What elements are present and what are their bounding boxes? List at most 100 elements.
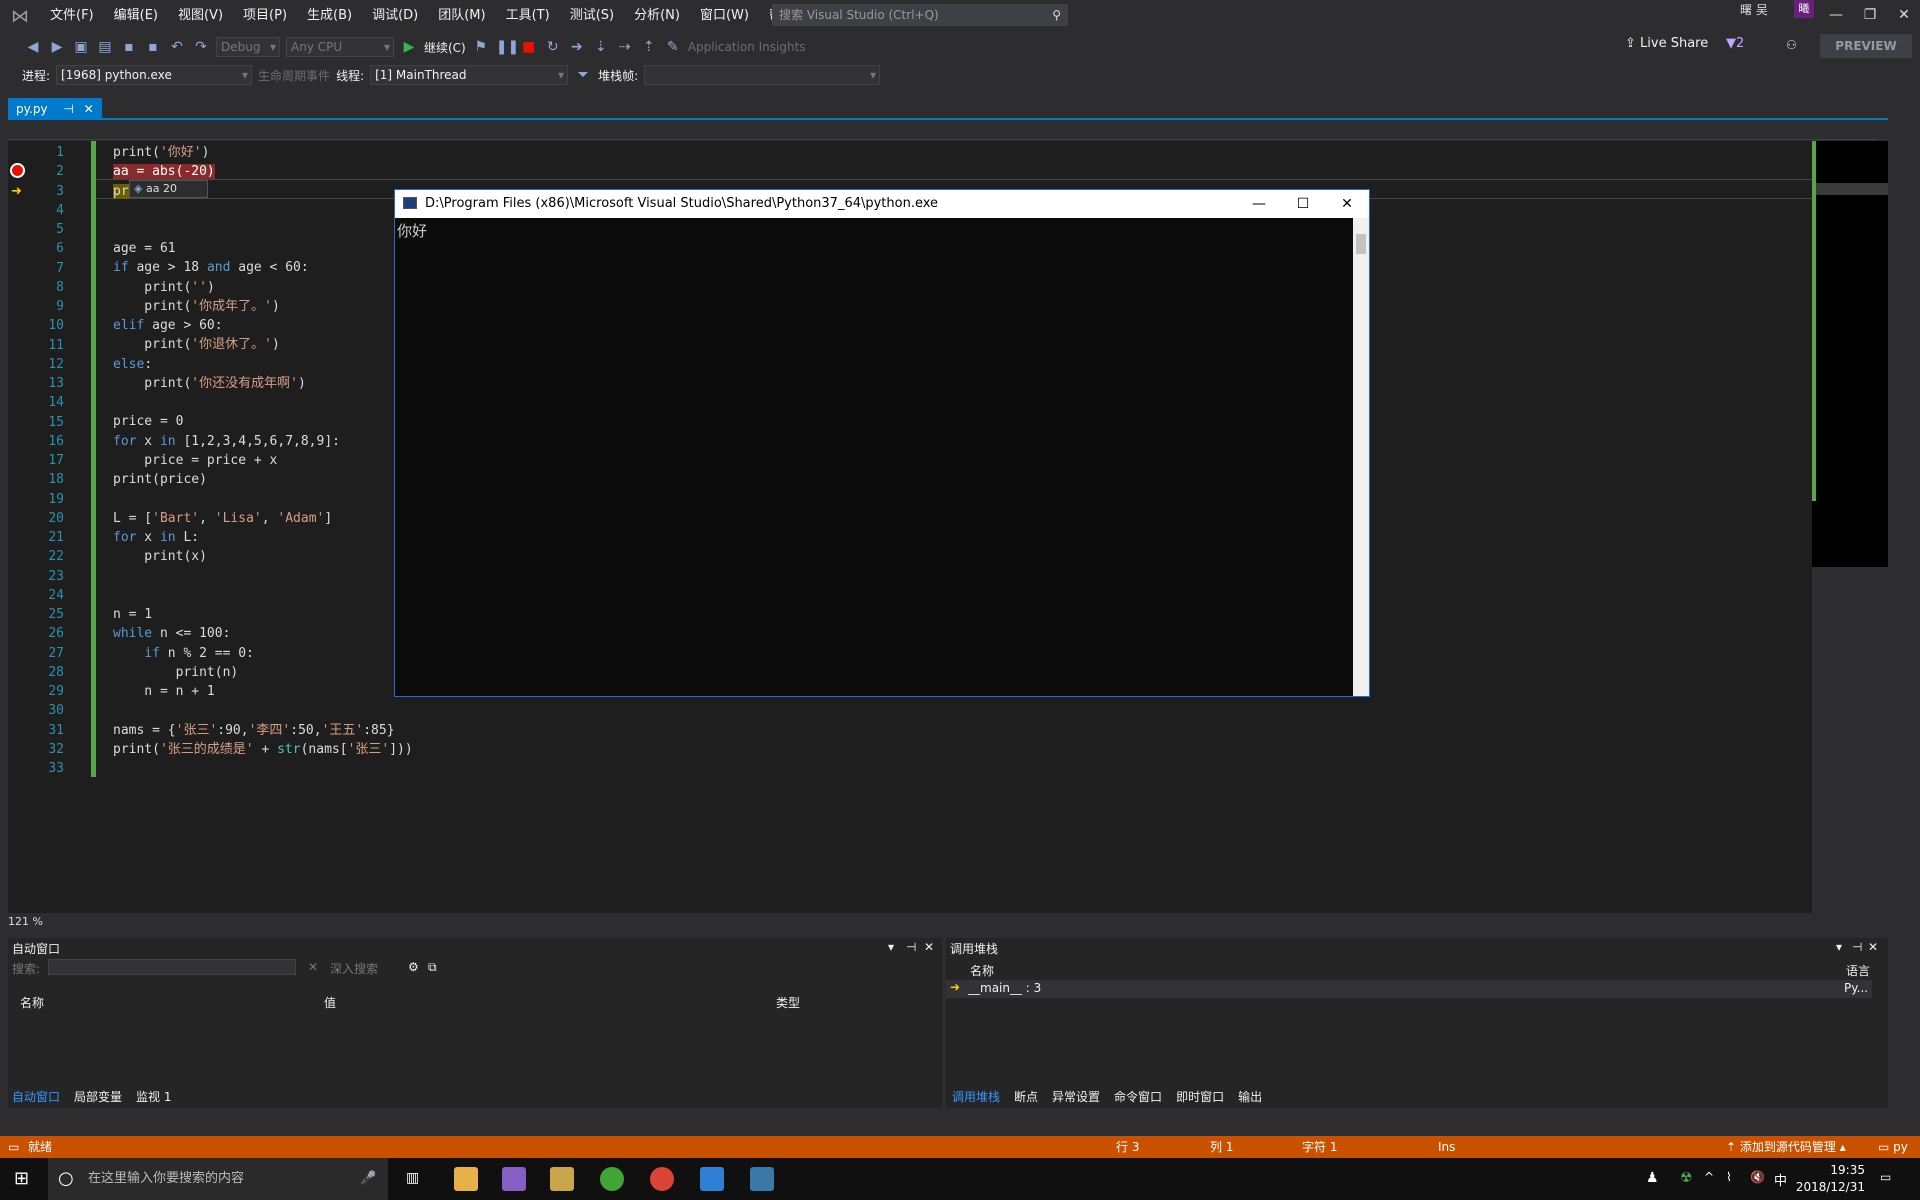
search-icon[interactable]: ⚲	[1052, 5, 1061, 25]
visual-studio-icon[interactable]	[502, 1167, 526, 1191]
task-view-icon[interactable]: ▥	[406, 1170, 419, 1186]
console-maximize-icon[interactable]: ☐	[1281, 190, 1325, 218]
redo-icon[interactable]: ↷	[192, 39, 210, 55]
console-minimize-icon[interactable]: —	[1237, 190, 1281, 218]
call-stack-tab-5[interactable]: 输出	[1238, 1088, 1262, 1105]
deep-search-button[interactable]: 深入搜索	[330, 960, 378, 977]
search-input[interactable]: 搜索 Visual Studio (Ctrl+Q) ⚲	[772, 4, 1068, 26]
process-select[interactable]: [1968] python.exe	[56, 65, 253, 85]
breakpoint-icon[interactable]	[10, 163, 25, 178]
menu-item-9[interactable]: 分析(N)	[624, 0, 690, 32]
menu-item-6[interactable]: 团队(M)	[428, 0, 495, 32]
panel-pin-icon[interactable]: ⊣	[906, 940, 916, 954]
app-icon[interactable]	[550, 1167, 574, 1191]
settings-icon[interactable]: ⚙	[408, 960, 419, 974]
restore-icon[interactable]: ❐	[1852, 4, 1888, 26]
datatip[interactable]: ◈ aa 20	[129, 180, 208, 198]
view-icon[interactable]: ⧉	[428, 960, 437, 975]
autos-col-name[interactable]: 名称	[20, 994, 44, 1011]
call-stack-col-language[interactable]: 语言	[1846, 962, 1870, 979]
platform-select[interactable]: Any CPU	[286, 37, 394, 57]
menu-item-5[interactable]: 调试(D)	[362, 0, 428, 32]
call-stack-tab-4[interactable]: 即时窗口	[1176, 1088, 1224, 1105]
thread-select[interactable]: [1] MainThread	[370, 65, 569, 85]
clear-search-icon[interactable]: ✕	[308, 960, 318, 974]
show-hidden-icons[interactable]: ^	[1704, 1170, 1714, 1184]
menu-item-10[interactable]: 窗口(W)	[690, 0, 759, 32]
system-clock[interactable]: 19:35 2018/12/31	[1785, 1162, 1865, 1196]
add-to-source-control-button[interactable]: ⇡ 添加到源代码管理 ▴	[1726, 1136, 1846, 1158]
volume-icon[interactable]: 🔇	[1750, 1170, 1765, 1184]
call-stack-tab-2[interactable]: 异常设置	[1052, 1088, 1100, 1105]
user-name[interactable]: 曙 吴	[1740, 0, 1768, 20]
console-title-bar[interactable]: D:\Program Files (x86)\Microsoft Visual …	[395, 190, 1369, 218]
tab-close-icon[interactable]: ✕	[84, 102, 94, 116]
minimize-icon[interactable]: —	[1818, 4, 1854, 26]
tab-py-py[interactable]: py.py ⊣ ✕	[8, 98, 102, 120]
autos-tab-0[interactable]: 自动窗口	[12, 1088, 60, 1105]
autos-col-value[interactable]: 值	[324, 994, 336, 1011]
menu-item-2[interactable]: 视图(V)	[168, 0, 233, 32]
panel-close-icon[interactable]: ✕	[924, 940, 934, 954]
call-stack-col-name[interactable]: 名称	[970, 962, 994, 979]
python-console-window[interactable]: D:\Program Files (x86)\Microsoft Visual …	[394, 189, 1370, 697]
show-next-statement-icon[interactable]: ➔	[568, 39, 586, 55]
stop-icon[interactable]: ■	[520, 39, 538, 55]
table-row[interactable]: ➜ __main__ : 3 Py...	[946, 980, 1872, 998]
status-col[interactable]: 列 1	[1210, 1136, 1233, 1158]
chrome-icon[interactable]	[650, 1167, 674, 1191]
microphone-icon[interactable]: 🎤	[360, 1158, 376, 1200]
step-over-icon[interactable]: ⇢	[616, 39, 634, 55]
step-out-icon[interactable]: ⇡	[640, 39, 658, 55]
menu-item-7[interactable]: 工具(T)	[496, 0, 560, 32]
close-icon[interactable]: ✕	[1886, 4, 1920, 26]
pause-icon[interactable]: ❚❚	[496, 39, 519, 55]
menu-item-4[interactable]: 生成(B)	[297, 0, 362, 32]
minimap[interactable]	[1812, 141, 1888, 567]
call-stack-tab-3[interactable]: 命令窗口	[1114, 1088, 1162, 1105]
call-stack-tab-0[interactable]: 调用堆栈	[952, 1088, 1000, 1105]
new-project-icon[interactable]: ▣	[72, 39, 90, 55]
preview-button[interactable]: PREVIEW	[1820, 34, 1912, 58]
panel-menu-icon[interactable]: ▾	[888, 940, 894, 954]
menu-item-1[interactable]: 编辑(E)	[104, 0, 168, 32]
windows-start-icon[interactable]: ⊞	[14, 1168, 29, 1189]
autos-search-input[interactable]	[48, 959, 296, 975]
security-tray-icon[interactable]: ☢	[1680, 1170, 1693, 1186]
taskbar-search-input[interactable]: ○ 在这里输入你要搜索的内容 🎤	[48, 1158, 388, 1200]
configuration-select[interactable]: Debug	[216, 37, 280, 57]
pin-icon[interactable]: ⊣	[63, 102, 73, 116]
navigation-bar[interactable]	[8, 122, 1878, 140]
step-into-icon[interactable]: ⇣	[592, 39, 610, 55]
status-ins[interactable]: Ins	[1438, 1136, 1455, 1158]
open-icon[interactable]: ▤	[96, 39, 114, 55]
menu-item-3[interactable]: 项目(P)	[233, 0, 297, 32]
panel-menu-icon[interactable]: ▾	[1836, 940, 1842, 954]
people-icon[interactable]: ♟	[1646, 1170, 1659, 1186]
zoom-level-select[interactable]: 121 %	[8, 914, 68, 930]
save-icon[interactable]: ▪	[120, 39, 138, 55]
panel-pin-icon[interactable]: ⊣	[1852, 940, 1862, 954]
forward-icon[interactable]: ▶	[48, 39, 66, 55]
notification-icon[interactable]: ▭	[1880, 1170, 1891, 1184]
autos-tab-2[interactable]: 监视 1	[136, 1088, 171, 1105]
project-indicator[interactable]: ▭ py	[1878, 1136, 1908, 1158]
continue-icon[interactable]: ▶	[400, 39, 418, 55]
hot-reload-icon[interactable]: ⚑	[472, 39, 490, 55]
status-char[interactable]: 字符 1	[1302, 1136, 1337, 1158]
application-insights-button[interactable]: Application Insights	[688, 40, 806, 54]
instruction-pointer-icon[interactable]: ➜	[11, 184, 22, 199]
account-icon[interactable]: ⚇	[1786, 38, 1797, 52]
live-share-button[interactable]: ⇪ Live Share	[1625, 36, 1708, 51]
app-window-icon[interactable]	[700, 1167, 724, 1191]
autos-tab-1[interactable]: 局部变量	[74, 1088, 122, 1105]
menu-item-8[interactable]: 测试(S)	[560, 0, 624, 32]
python-icon[interactable]	[750, 1167, 774, 1191]
continue-button[interactable]: 继续(C)	[424, 39, 466, 56]
status-row[interactable]: 行 3	[1116, 1136, 1139, 1158]
diagnostic-icon[interactable]: ✎	[664, 39, 682, 55]
autos-col-type[interactable]: 类型	[776, 994, 800, 1011]
file-explorer-icon[interactable]	[454, 1167, 478, 1191]
console-close-icon[interactable]: ✕	[1325, 190, 1369, 218]
filter-threads-icon[interactable]: ⏷	[574, 67, 592, 83]
